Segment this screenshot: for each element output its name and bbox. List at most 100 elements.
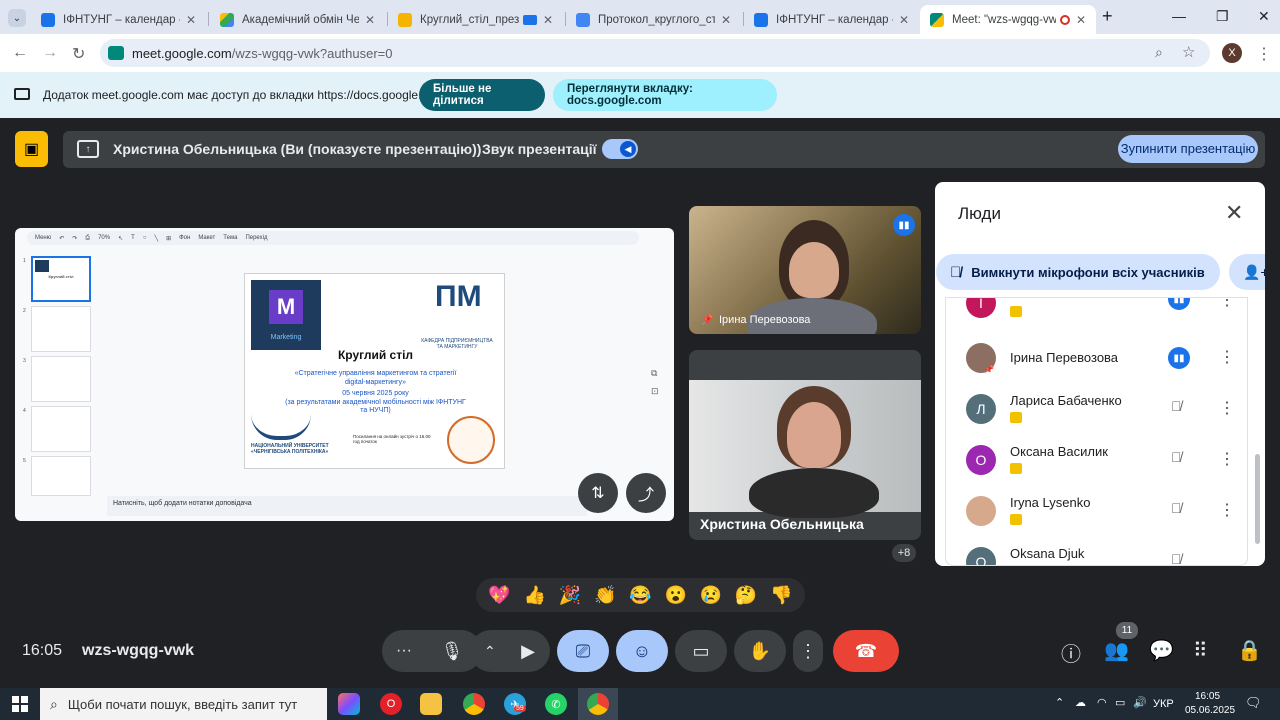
surprised-reaction[interactable]: 😮 — [664, 585, 686, 606]
people-icon[interactable]: 👥 — [1104, 638, 1129, 663]
more-options-icon[interactable]: ⋮ — [1219, 449, 1235, 469]
toolbar-layout[interactable]: Макет — [198, 235, 215, 241]
thinking-reaction[interactable]: 🤔 — [735, 585, 757, 606]
more-options-icon[interactable]: ⋮ — [1219, 398, 1235, 418]
list-item[interactable]: О Оксана Василик 🎙̸ ⋮ — [946, 435, 1247, 485]
thumbs-up-reaction[interactable]: 👍 — [524, 585, 546, 606]
close-tab-icon[interactable]: ✕ — [899, 13, 909, 27]
forward-icon[interactable]: → — [42, 44, 58, 62]
taskbar-time[interactable]: 16:05 — [1195, 691, 1220, 702]
windows-start-icon[interactable] — [12, 696, 28, 712]
bookmark-star-icon[interactable]: ☆ — [1182, 43, 1195, 61]
slide-thumbnail[interactable] — [31, 306, 91, 352]
side-panel-icon[interactable]: ⊡ — [651, 386, 659, 397]
language-indicator[interactable]: УКР — [1153, 698, 1174, 710]
close-icon[interactable]: ✕ — [1225, 200, 1243, 226]
slide-thumbnail[interactable] — [31, 406, 91, 452]
self-tile[interactable]: Христина Обельницька — [689, 350, 921, 540]
sparkling-heart-reaction[interactable]: 💖 — [488, 585, 510, 606]
more-audio-options-icon[interactable]: ··· — [396, 642, 412, 660]
raise-hand-button[interactable]: ✋ — [734, 630, 786, 672]
search-menu-label[interactable]: Меню — [35, 235, 51, 241]
close-tab-icon[interactable]: ✕ — [186, 13, 196, 27]
captions-button[interactable]: ▭ — [675, 630, 727, 672]
taskbar-date[interactable]: 05.06.2025 — [1185, 705, 1235, 716]
mute-all-button[interactable]: 🎙̸ Вимкнути мікрофони всіх учасників — [936, 254, 1220, 290]
cursor-icon[interactable]: ↖ — [118, 235, 123, 242]
chevron-up-icon[interactable]: ⌃ — [484, 643, 496, 660]
textbox-icon[interactable]: T — [131, 235, 135, 241]
stop-sharing-button[interactable]: Більше не ділитися — [419, 79, 545, 111]
browser-menu-icon[interactable]: ⋮ — [1256, 44, 1272, 64]
onedrive-icon[interactable]: ☁ — [1075, 696, 1086, 709]
toolbar-background[interactable]: Фон — [179, 235, 190, 241]
comment-icon[interactable]: ⊞ — [166, 235, 171, 242]
joy-reaction[interactable]: 😂 — [629, 585, 651, 606]
chrome-icon[interactable] — [587, 693, 609, 715]
browser-tab[interactable]: ІФНТУНГ – календар - 4 д ✕ — [31, 5, 206, 34]
host-controls-icon[interactable]: 🔒 — [1237, 638, 1262, 663]
toolbar-theme[interactable]: Тема — [223, 235, 237, 241]
close-tab-icon[interactable]: ✕ — [721, 13, 731, 27]
omnibox[interactable]: meet.google.com/wzs-wgqg-vwk?authuser=0 … — [100, 39, 1210, 67]
more-options-icon[interactable]: ⋮ — [1219, 298, 1235, 310]
browser-tab[interactable]: Протокол_круглого_столу ✕ — [566, 5, 741, 34]
toolbar-transition[interactable]: Перехід — [245, 235, 267, 241]
new-tab-icon[interactable]: + — [1102, 6, 1113, 27]
print-icon[interactable]: ⎙ — [85, 235, 90, 242]
browser-tab[interactable]: Круглий_стіл_презент ✕ — [388, 5, 563, 34]
share-button[interactable]: ⤴ — [626, 473, 666, 513]
notifications-icon[interactable]: 🗨 — [1245, 695, 1262, 711]
zoom-select[interactable]: 70% — [98, 235, 110, 241]
more-options-icon[interactable]: ⋮ — [1219, 500, 1235, 520]
more-options-icon[interactable]: ⋮ — [1219, 347, 1235, 367]
view-tab-button[interactable]: Переглянути вкладку: docs.google.com — [553, 79, 777, 111]
close-tab-icon[interactable]: ✕ — [1076, 13, 1086, 27]
chrome-icon[interactable] — [463, 693, 485, 715]
slide-thumbnail[interactable] — [31, 356, 91, 402]
side-panel-icon[interactable]: ⧉ — [651, 368, 657, 379]
close-window-icon[interactable]: ✕ — [1258, 8, 1270, 25]
list-item[interactable]: Iryna Lysenko 🎙̸ ⋮ — [946, 486, 1247, 536]
maximize-icon[interactable]: ❐ — [1216, 8, 1229, 25]
chevron-up-icon[interactable]: ⌃ — [1055, 696, 1064, 709]
minimize-icon[interactable]: — — [1172, 8, 1186, 24]
back-icon[interactable]: ← — [12, 44, 28, 62]
speaker-notes[interactable]: Натисніть, щоб додати нотатки доповідача — [107, 496, 587, 516]
more-participants-badge[interactable]: +8 — [892, 544, 916, 562]
camera-button[interactable]: ▶ — [506, 630, 550, 672]
tab-search-chevron-icon[interactable]: ⌄ — [8, 9, 26, 27]
list-item[interactable]: Л Лариса Бабаченко 🎙̸ ⋮ — [946, 384, 1247, 434]
sad-reaction[interactable]: 😢 — [700, 585, 722, 606]
add-people-button[interactable]: 👤+ — [1229, 254, 1265, 290]
volume-icon[interactable]: 🔊 — [1133, 696, 1147, 709]
list-item[interactable]: О Oksana Djuk 🎙̸ — [946, 537, 1247, 565]
copilot-icon[interactable] — [338, 693, 360, 715]
present-button[interactable]: ⎚ — [557, 630, 609, 672]
profile-avatar[interactable]: X — [1222, 43, 1242, 63]
file-explorer-icon[interactable] — [420, 693, 442, 715]
clapping-reaction[interactable]: 👏 — [594, 585, 616, 606]
leave-call-button[interactable]: ☎ — [833, 630, 899, 672]
close-tab-icon[interactable]: ✕ — [365, 13, 375, 27]
browser-tab-active[interactable]: Meet: "wzs-wgqg-vwk" ✕ — [920, 5, 1096, 34]
presentation-sound-toggle[interactable]: ◀ — [602, 139, 638, 159]
reactions-button[interactable]: ☺ — [616, 630, 668, 672]
shape-icon[interactable]: ○ — [143, 235, 147, 241]
redo-icon[interactable]: ↷ — [72, 235, 77, 242]
taskbar-search[interactable]: ⌕ Щоби почати пошук, введіть запит тут — [40, 688, 327, 720]
whatsapp-icon[interactable]: ✆ — [545, 693, 567, 715]
party-popper-reaction[interactable]: 🎉 — [559, 585, 581, 606]
reload-icon[interactable]: ↻ — [72, 44, 85, 64]
browser-tab[interactable]: ІФНТУНГ – календар - 4 д ✕ — [744, 5, 919, 34]
slide-thumbnail[interactable]: Круглий стіл — [31, 256, 91, 302]
browser-tab[interactable]: Академічний обмін Черн ✕ — [210, 5, 385, 34]
info-icon[interactable]: ⓘ — [1061, 638, 1081, 667]
undo-icon[interactable]: ↶ — [59, 235, 64, 242]
more-options-button[interactable]: ⋮ — [793, 630, 823, 672]
opera-icon[interactable]: O — [380, 693, 402, 715]
thumbs-down-reaction[interactable]: 👎 — [770, 585, 792, 606]
participant-tile[interactable]: ▮▮ 📌 Ірина Перевозова — [689, 206, 921, 334]
activities-icon[interactable]: ⠿ — [1193, 638, 1208, 663]
close-tab-icon[interactable]: ✕ — [543, 13, 553, 27]
